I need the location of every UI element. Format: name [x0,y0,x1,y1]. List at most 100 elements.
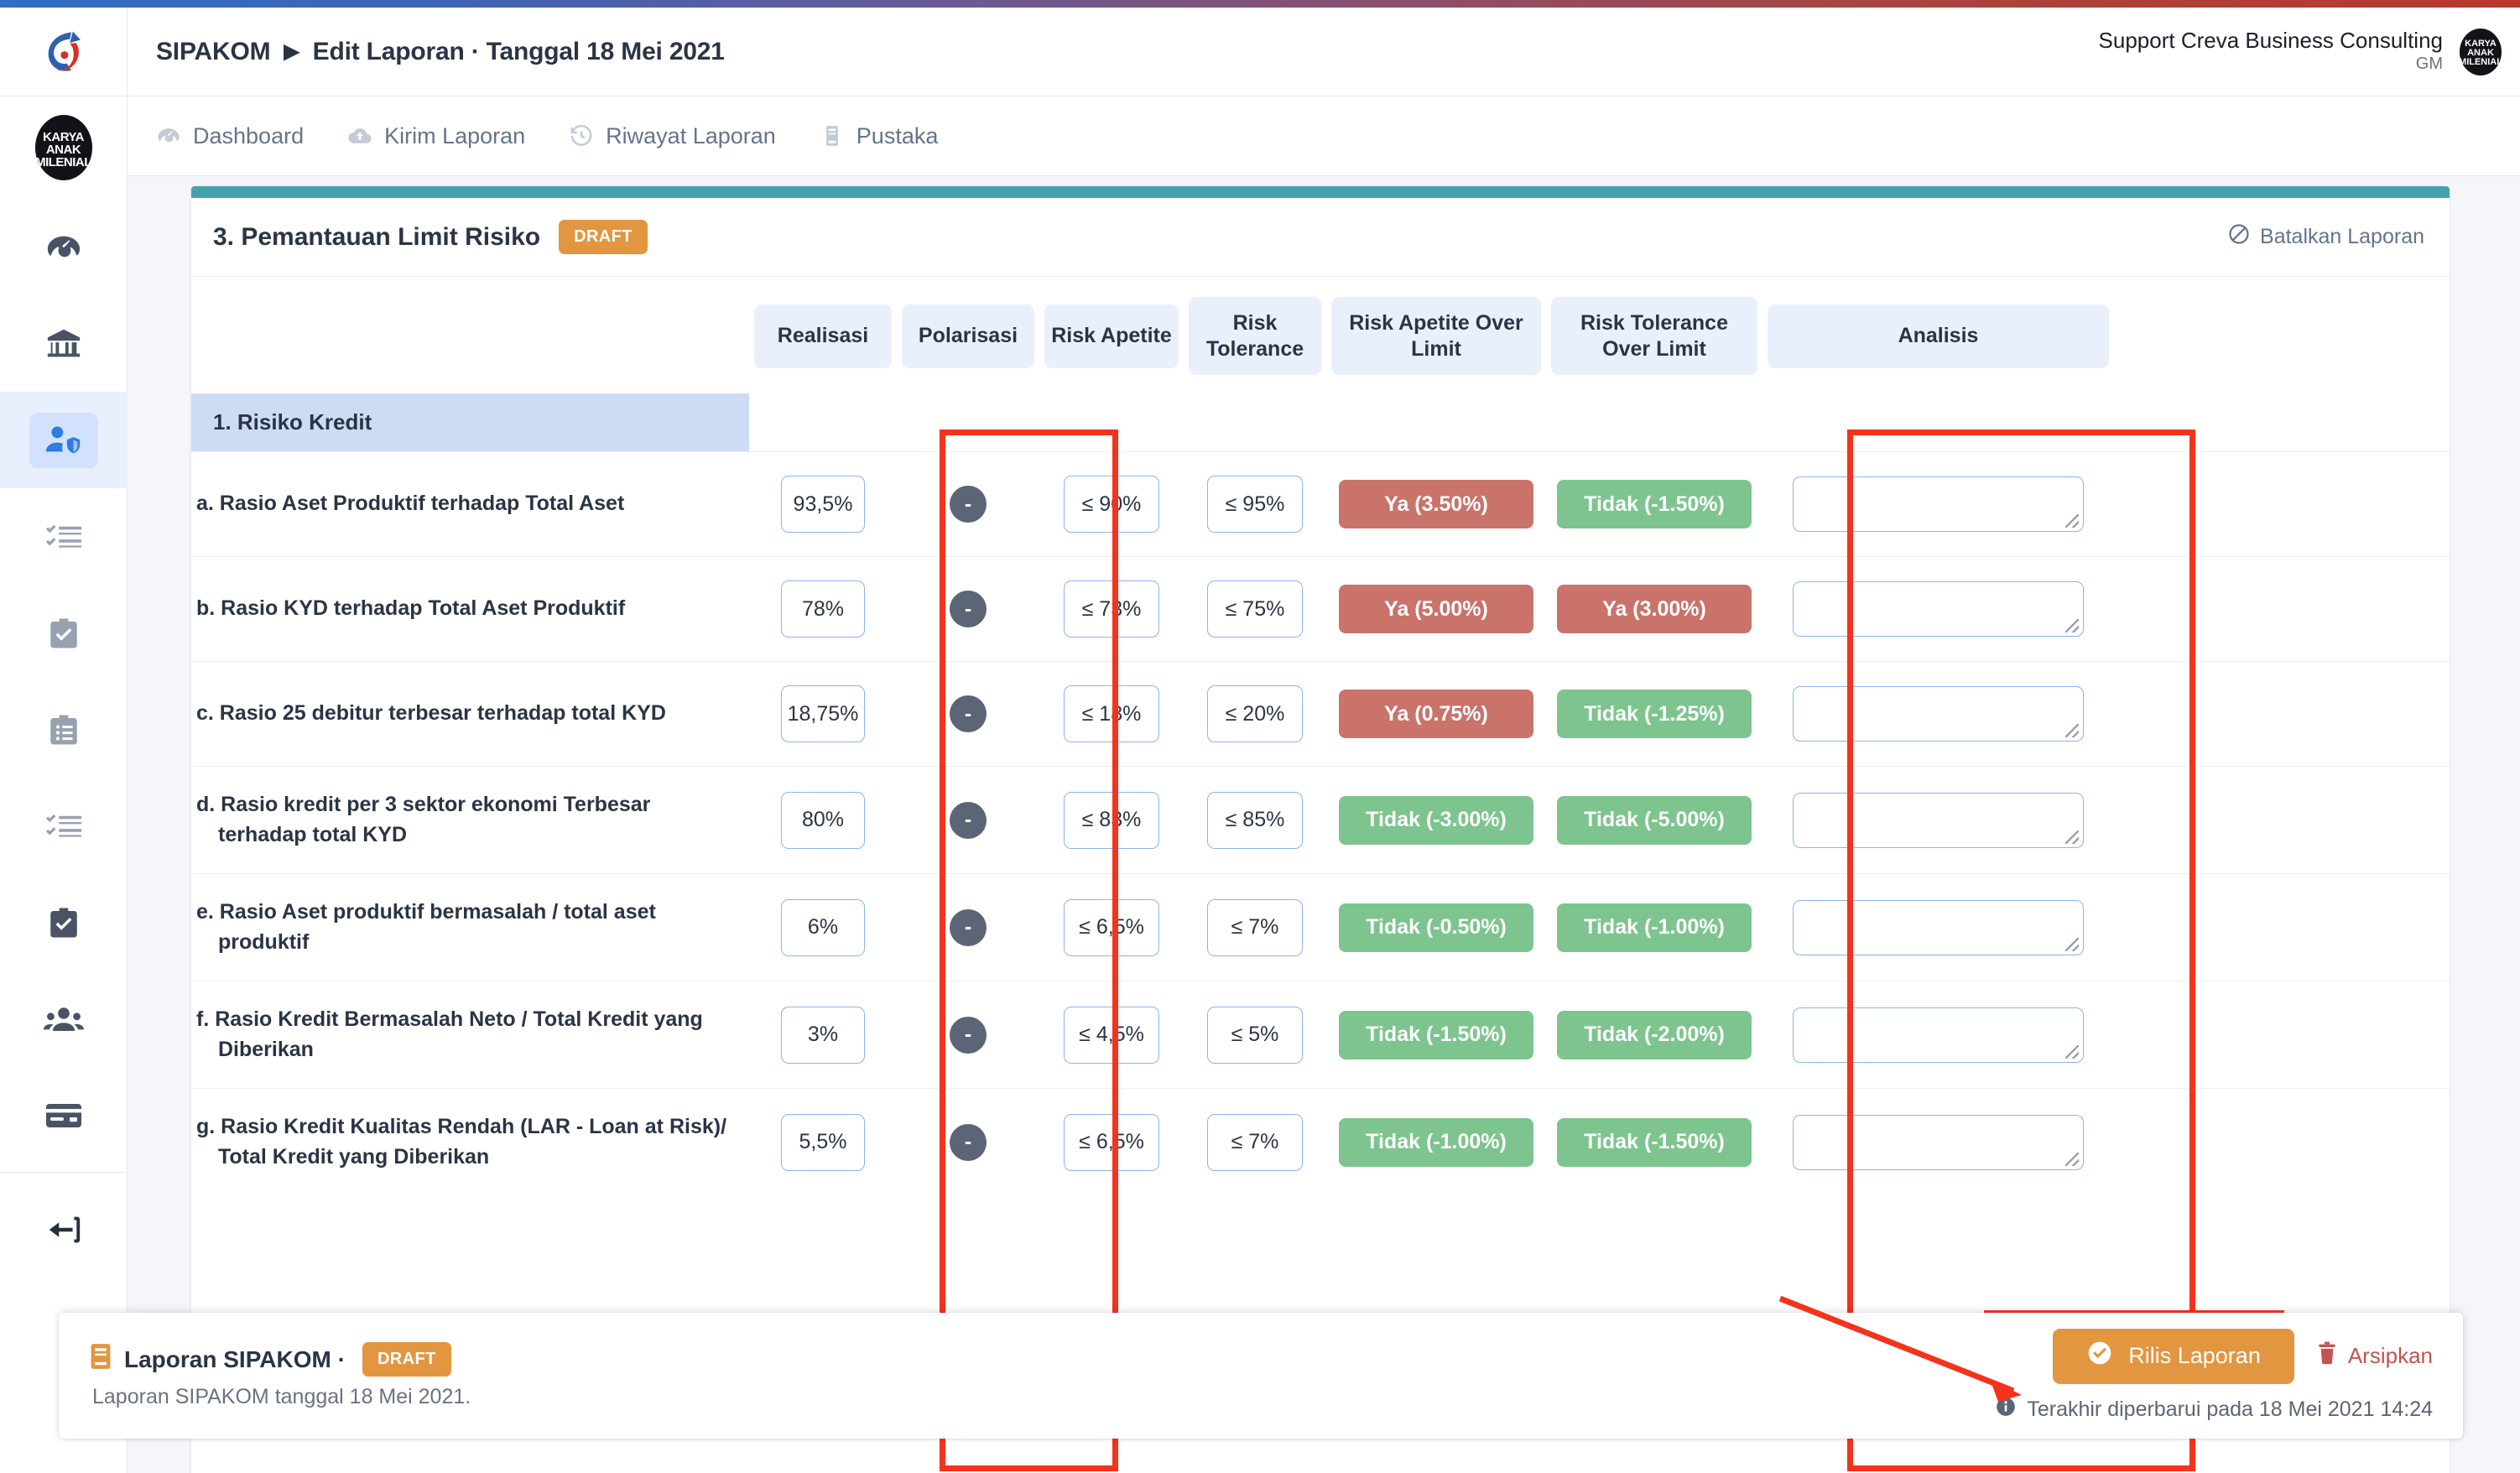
sidebar-item-user-shield[interactable] [0,392,128,488]
risk-tolerance-input[interactable]: ≤ 75% [1207,580,1303,638]
risk-apetite-input[interactable]: ≤ 4,5% [1064,1006,1159,1064]
realisasi-input[interactable]: 80% [781,791,865,849]
book-icon [820,123,845,148]
avatar[interactable]: KARYA ANAK MILENIAL [2460,28,2502,75]
polarisasi-minus-icon: - [950,1016,987,1054]
spacer-cell [2114,1089,2450,1196]
avatar-line-1: KARYA [43,130,84,144]
apetite-over-limit-badge: Tidak (-1.00%) [1339,1117,1533,1167]
tolerance-over-limit-badge-cell: Tidak (-1.50%) [1546,1089,1762,1196]
analisis-cell [1762,557,2114,662]
sidebar-item-checklist-2[interactable] [0,778,128,874]
tab-pustaka[interactable]: Pustaka [820,123,938,149]
risk-apetite-input[interactable]: ≤ 6,5% [1064,898,1159,956]
analisis-textarea[interactable] [1793,686,2084,742]
realisasi-input[interactable]: 3% [781,1006,865,1064]
brand-logo-cell[interactable] [0,8,128,96]
risk-tolerance-input[interactable]: ≤ 95% [1207,476,1303,533]
analisis-textarea[interactable] [1793,792,2084,848]
risk-tolerance-input[interactable]: ≤ 85% [1207,791,1303,849]
sidebar-avatar-cell[interactable]: KARYA ANAK MILENIAL [0,96,128,199]
tasks-icon [44,807,83,846]
risk-apetite-input[interactable]: ≤ 6,5% [1064,1113,1159,1171]
sidebar-item-users[interactable] [0,971,128,1067]
clipboard-list-icon [46,712,81,747]
realisasi-input[interactable]: 6% [781,898,865,956]
bottom-panel-subtitle: Laporan SIPAKOM tanggal 18 Mei 2021. [92,1385,471,1408]
risk-tolerance-input-cell: ≤ 75% [1184,557,1326,662]
analisis-textarea[interactable] [1793,581,2084,637]
risk-apetite-input[interactable]: ≤ 73% [1064,580,1159,638]
polarisasi-minus-icon: - [950,1123,987,1161]
sidebar-item-clipboard-check[interactable] [0,585,128,681]
polarisasi-minus-icon: - [950,695,987,732]
breadcrumb-root[interactable]: SIPAKOM [156,38,271,66]
row-label: a. Rasio Aset Produktif terhadap Total A… [191,452,749,557]
col-head-spacer [2114,277,2450,393]
risk-tolerance-input[interactable]: ≤ 5% [1207,1006,1303,1064]
risk-tolerance-input[interactable]: ≤ 7% [1207,1113,1303,1171]
creva-logo [48,31,81,71]
user-role: GM [2415,55,2443,74]
col-head-risk-apetite-over-limit: Risk Apetite Over Limit [1326,277,1546,393]
risk-apetite-input[interactable]: ≤ 83% [1064,791,1159,849]
realisasi-input[interactable]: 18,75% [781,685,865,742]
table-row: c. Rasio 25 debitur terbesar terhadap to… [191,661,2450,767]
sidebar-divider [0,1172,128,1173]
analisis-textarea[interactable] [1793,476,2084,532]
tab-dashboard[interactable]: Dashboard [156,123,304,149]
risk-tolerance-input-cell: ≤ 20% [1184,662,1326,767]
cancel-report-label: Batalkan Laporan [2260,225,2424,248]
sidebar-item-clipboard-list[interactable] [0,681,128,778]
tab-label: Riwayat Laporan [606,122,776,148]
sidebar-item-bank[interactable] [0,295,128,392]
analisis-cell [1762,662,2114,767]
polarisasi-cell: - [897,767,1039,874]
realisasi-input[interactable]: 78% [781,580,865,638]
col-head-risk-tolerance: Risk Tolerance [1184,277,1326,393]
table-row: d. Rasio kredit per 3 sektor ekonomi Ter… [191,766,2450,874]
risk-tolerance-input[interactable]: ≤ 20% [1207,685,1303,742]
apetite-over-limit-badge: Ya (5.00%) [1339,585,1533,633]
tolerance-over-limit-badge-cell: Tidak (-1.50%) [1546,452,1762,557]
analisis-textarea[interactable] [1793,1114,2084,1170]
user-name: Support Creva Business Consulting [2098,27,2443,53]
sidebar-item-clipboard-check-2[interactable] [0,874,128,971]
nav-tabs: Dashboard Kirim Laporan Riwayat Laporan … [128,96,2520,176]
risk-tolerance-input[interactable]: ≤ 7% [1207,898,1303,956]
realisasi-input[interactable]: 93,5% [781,476,865,533]
realisasi-input-cell: 6% [749,874,897,981]
release-report-button[interactable]: Rilis Laporan [2053,1328,2294,1384]
bottom-panel-actions-col: Rilis Laporan Arsipkan Terakhir diperbar… [1995,1328,2433,1424]
check-circle-icon [2086,1340,2113,1372]
analisis-textarea[interactable] [1793,899,2084,955]
realisasi-input[interactable]: 5,5% [781,1113,865,1171]
sidebar-item-dashboard[interactable] [0,199,128,295]
sidebar-item-card[interactable] [0,1067,128,1163]
tab-kirim-laporan[interactable]: Kirim Laporan [347,123,525,149]
col-head-polarisasi: Polarisasi [897,277,1039,393]
table-group-row: 1. Risiko Kredit [191,393,2450,452]
info-icon [1995,1396,2017,1424]
cancel-report-button[interactable]: Batalkan Laporan [2227,222,2424,252]
tab-riwayat-laporan[interactable]: Riwayat Laporan [569,123,776,149]
col-label: Risk Apetite Over Limit [1331,297,1541,375]
ban-icon [2227,222,2251,252]
archive-report-button[interactable]: Arsipkan [2316,1341,2433,1371]
risk-apetite-input[interactable]: ≤ 90% [1064,476,1159,533]
group-label-cell: 1. Risiko Kredit [191,393,749,452]
col-label: Risk Apetite [1044,304,1179,368]
sidebar-item-logout[interactable] [0,1181,128,1278]
credit-card-icon [44,1096,84,1136]
sidebar-item-checklist[interactable] [0,488,128,585]
apetite-over-limit-badge: Tidak (-3.00%) [1339,795,1533,845]
col-label: Risk Tolerance [1189,297,1321,375]
table-row: e. Rasio Aset produktif bermasalah / tot… [191,873,2450,981]
risk-tolerance-input-cell: ≤ 7% [1184,874,1326,981]
risk-apetite-input[interactable]: ≤ 18% [1064,685,1159,742]
risk-apetite-input-cell: ≤ 18% [1039,662,1184,767]
analisis-textarea[interactable] [1793,1007,2084,1063]
archive-report-label: Arsipkan [2347,1343,2433,1368]
polarisasi-cell: - [897,662,1039,767]
tab-label: Kirim Laporan [384,122,526,148]
